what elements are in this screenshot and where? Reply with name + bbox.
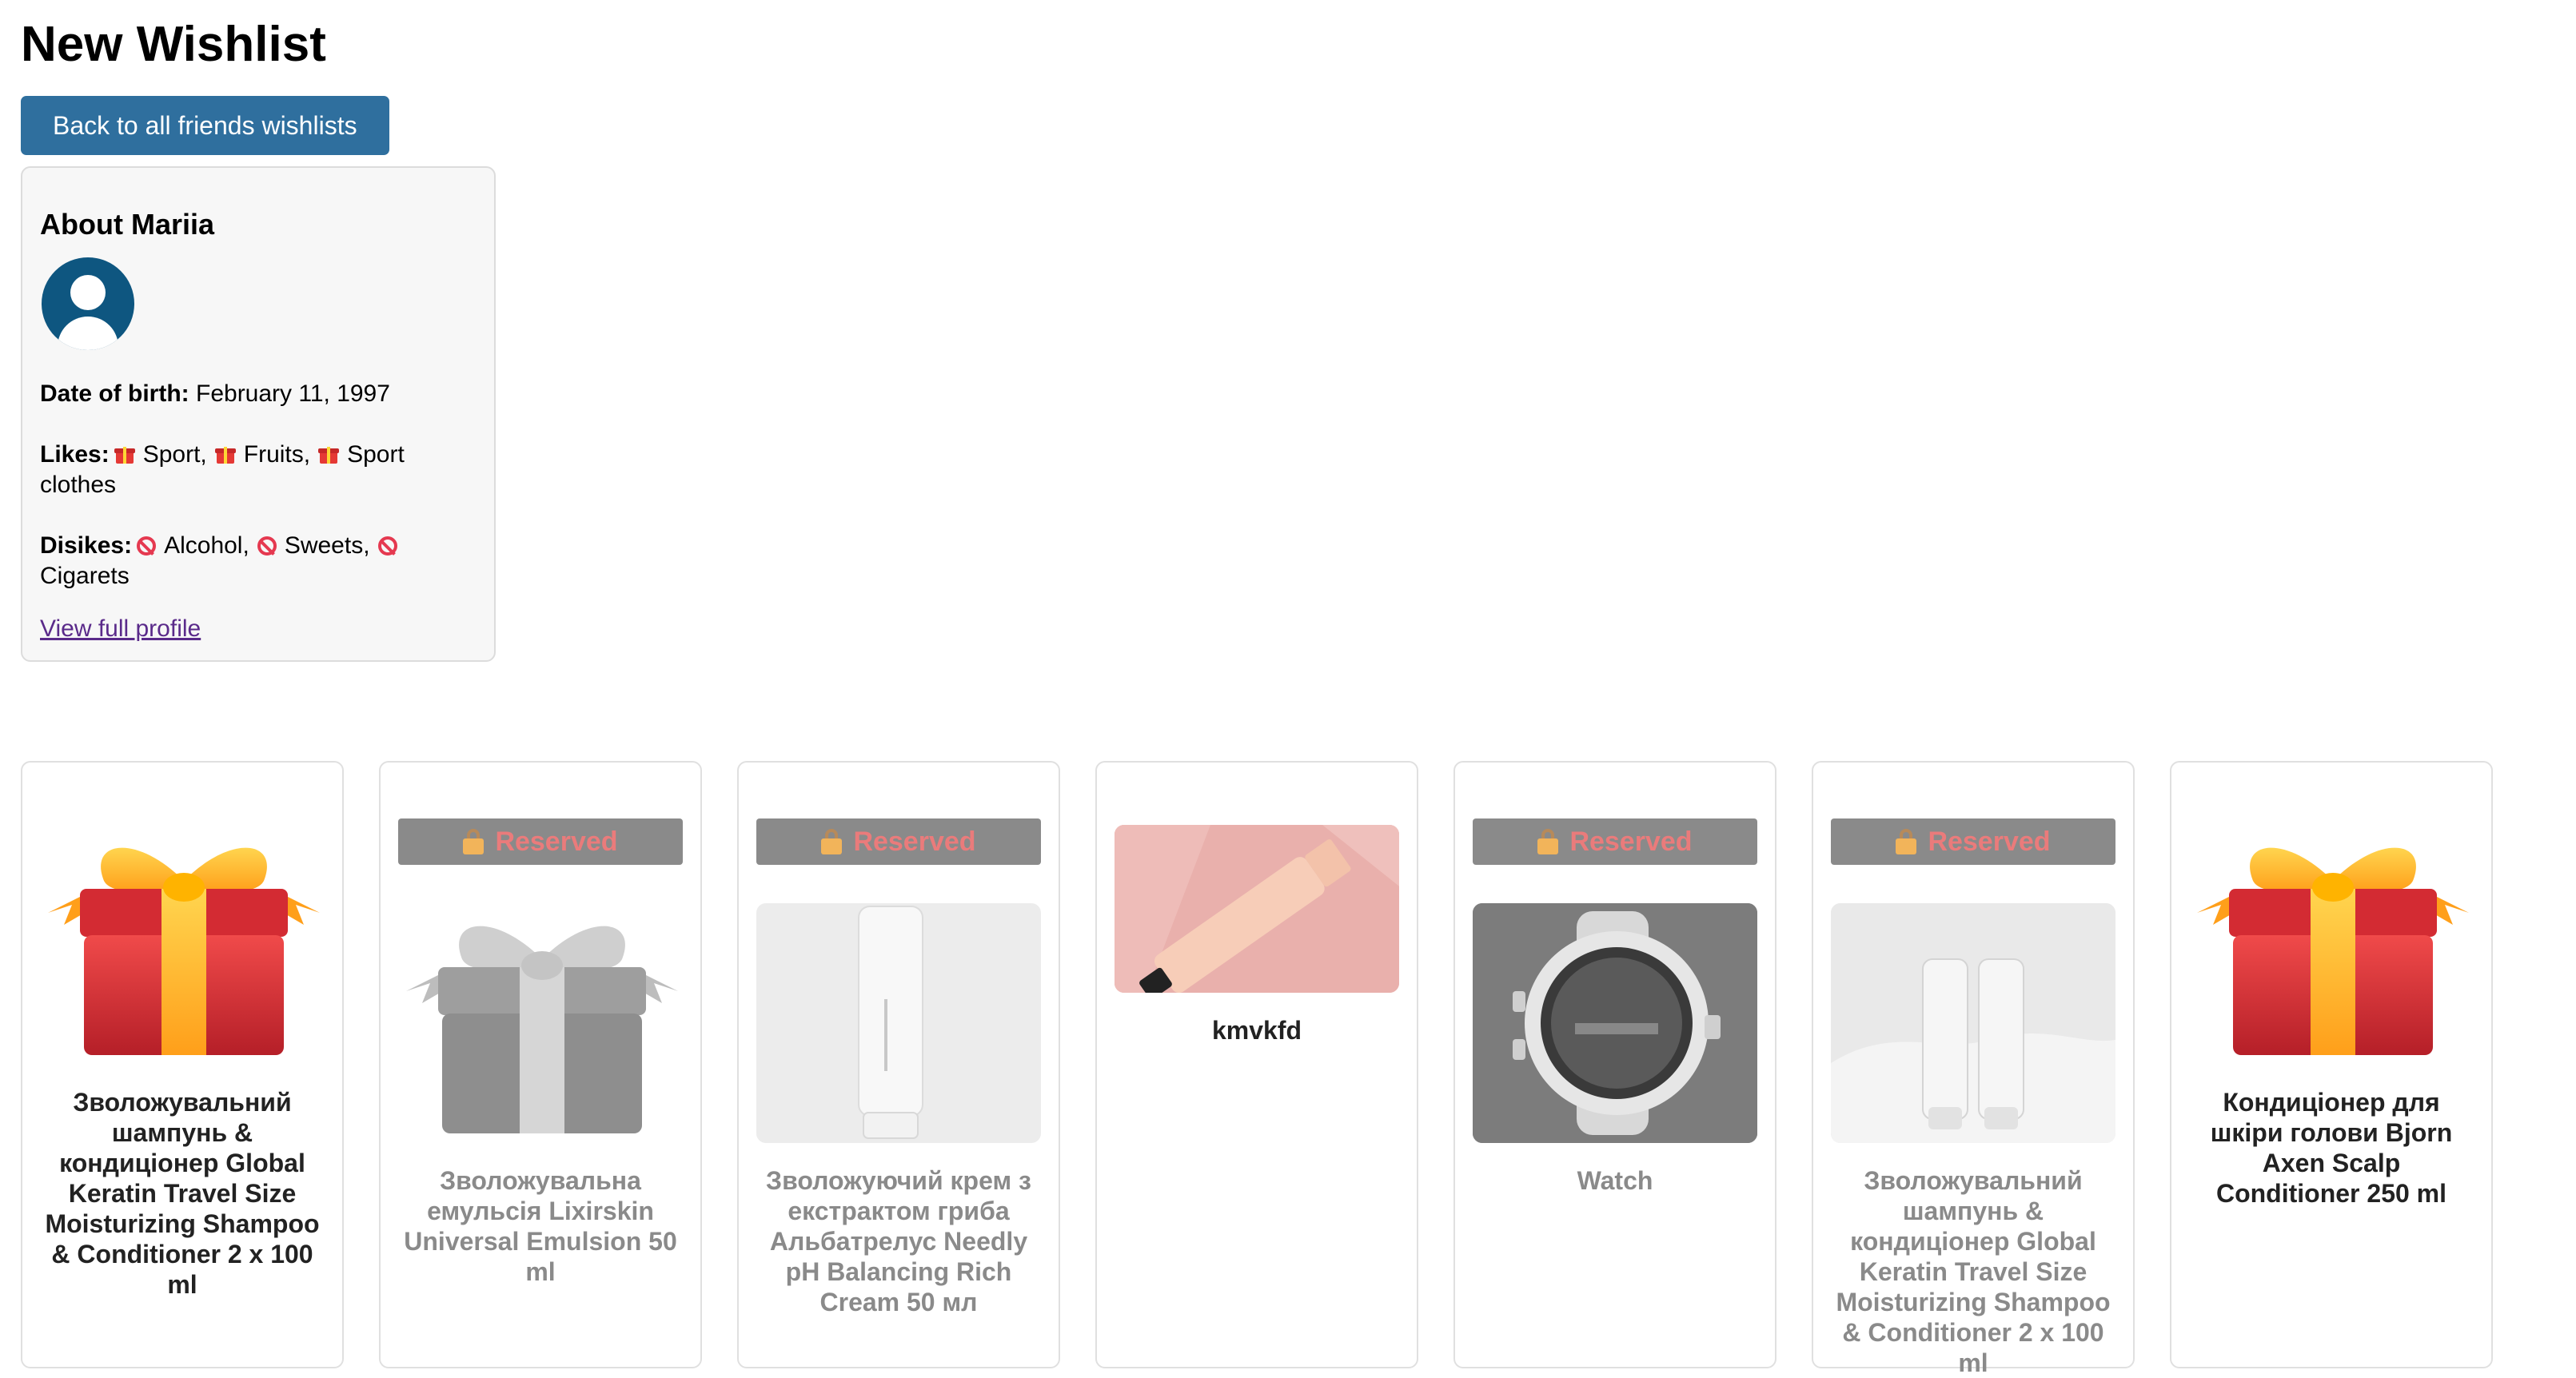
product-image: [1473, 903, 1757, 1143]
prohibited-icon: [257, 536, 277, 556]
item-name: kmvkfd: [1211, 1016, 1302, 1045]
wishlist-item-card[interactable]: Reserved Зволожувальна емульсія Lixirski…: [379, 761, 702, 1368]
dob-label: Date of birth:: [40, 380, 189, 407]
page-title: New Wishlist: [21, 17, 326, 72]
wishlist-item-card[interactable]: Reserved Зволожуючий крем з екстрактом г…: [737, 761, 1060, 1368]
date-of-birth-row: Date of birth: February 11, 1997: [40, 379, 477, 409]
prohibited-icon: [377, 536, 397, 556]
gift-icon: [318, 444, 340, 464]
dislike-item: Sweets,: [284, 532, 370, 559]
wishlist-item-card[interactable]: Зволожувальний шампунь & кондиціонер Glo…: [21, 761, 344, 1368]
gift-icon: [114, 444, 135, 464]
item-name: Зволожувальний шампунь & кондиціонер Glo…: [1836, 1166, 2111, 1377]
item-name: Зволожувальна емульсія Lixirskin Univers…: [404, 1166, 677, 1286]
lock-icon: [1896, 829, 1917, 854]
prohibited-icon: [137, 536, 157, 556]
item-name: Зволожувальний шампунь & кондиціонер Glo…: [45, 1088, 320, 1299]
gift-image: [398, 903, 683, 1143]
item-name: Зволожуючий крем з екстрактом гриба Альб…: [766, 1166, 1031, 1316]
product-image: [1115, 825, 1399, 993]
wishlist-item-card[interactable]: Reserved Watch: [1453, 761, 1776, 1368]
likes-row: Likes: Sport, Fruits, Sport clothes: [40, 440, 477, 500]
wishlist-item-card[interactable]: Кондиціонер для шкіри голови Bjorn Axen …: [2170, 761, 2493, 1368]
reserved-label: Reserved: [1569, 826, 1693, 857]
lock-icon: [1537, 829, 1559, 854]
gift-image: [2189, 825, 2474, 1065]
reserved-label: Reserved: [1928, 826, 2051, 857]
like-item: Sport,: [142, 441, 207, 468]
gift-icon: [214, 444, 236, 464]
dislikes-row: Disikes: Alcohol, Sweets, Cigarets: [40, 531, 477, 591]
product-image: [756, 903, 1041, 1143]
back-to-wishlists-button[interactable]: Back to all friends wishlists: [21, 96, 389, 155]
reserved-badge: Reserved: [398, 818, 683, 865]
product-image: [1831, 903, 2115, 1143]
about-heading: About Mariia: [40, 208, 215, 241]
wishlist-page: New Wishlist Back to all friends wishlis…: [0, 0, 2576, 662]
likes-label: Likes:: [40, 441, 110, 468]
reserved-label: Reserved: [495, 826, 618, 857]
dislikes-label: Disikes:: [40, 532, 133, 559]
dislike-item: Cigarets: [40, 563, 130, 589]
wishlist-item-card[interactable]: Reserved Зволожувальний шампунь & кондиц…: [1812, 761, 2135, 1377]
lock-icon: [463, 829, 484, 854]
reserved-badge: Reserved: [1473, 818, 1757, 865]
about-friend-card: About Mariia Date of birth: February 11,…: [21, 166, 496, 662]
dislike-item: Alcohol,: [164, 532, 249, 559]
gift-image: [40, 825, 325, 1065]
lock-icon: [821, 829, 843, 854]
like-item: Fruits,: [243, 441, 311, 468]
view-full-profile-link[interactable]: View full profile: [40, 614, 201, 644]
reserved-label: Reserved: [853, 826, 976, 857]
wishlist-item-card[interactable]: kmvkfd: [1095, 761, 1418, 1368]
item-name: Watch: [1577, 1166, 1653, 1195]
avatar-icon: [42, 257, 134, 350]
item-name: Кондиціонер для шкіри голови Bjorn Axen …: [2210, 1088, 2453, 1208]
reserved-badge: Reserved: [1831, 818, 2115, 865]
dob-value: February 11, 1997: [196, 380, 390, 407]
reserved-badge: Reserved: [756, 818, 1041, 865]
